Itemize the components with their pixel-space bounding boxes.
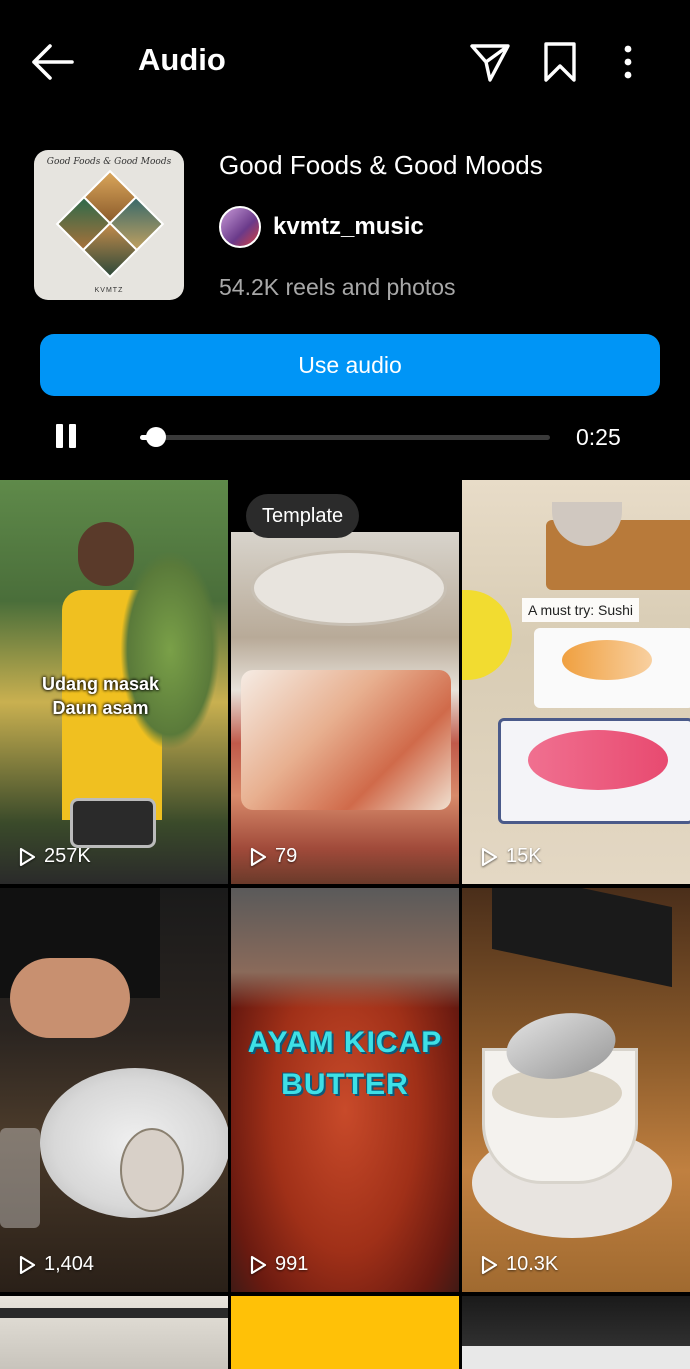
- reel-thumbnail[interactable]: [462, 1296, 690, 1369]
- cover-title: Good Foods & Good Moods: [46, 157, 172, 167]
- reels-grid: Udang masak Daun asam 257K 79 A must try…: [0, 480, 690, 1369]
- progress-slider[interactable]: [140, 427, 550, 447]
- pause-icon[interactable]: [56, 424, 82, 450]
- shrimp-sushi: [562, 640, 652, 680]
- send-icon[interactable]: [466, 38, 514, 86]
- pot: [70, 798, 156, 848]
- yellow-plate: [462, 590, 512, 680]
- view-count: 10.3K: [480, 1253, 558, 1276]
- view-count-label: 1,404: [44, 1253, 95, 1275]
- reel-thumbnail[interactable]: 1,404: [0, 888, 228, 1292]
- audio-title: Good Foods & Good Moods: [219, 150, 543, 180]
- view-count-label: 79: [275, 845, 298, 867]
- view-count: 257K: [18, 845, 91, 868]
- back-arrow-icon[interactable]: [28, 40, 80, 84]
- leaves: [120, 550, 220, 750]
- reel-caption: Udang masak Daun asam: [42, 674, 160, 718]
- glass: [0, 1128, 40, 1228]
- reel-caption: A must try: Sushi: [522, 598, 640, 622]
- tuna-sushi: [528, 730, 668, 790]
- view-count-label: 991: [275, 1253, 309, 1275]
- oyster: [120, 1128, 184, 1212]
- reel-caption: BUTTER: [281, 1068, 409, 1101]
- cover-artist: KVMTZ: [94, 287, 124, 294]
- view-count-label: 15K: [506, 845, 542, 867]
- playback-time: 0:25: [576, 424, 621, 450]
- artist-link[interactable]: kvmtz_music: [219, 206, 424, 248]
- view-count-label: 257K: [44, 845, 91, 867]
- play-icon: [481, 1255, 498, 1274]
- reel-caption: AYAM KICAP: [247, 1026, 443, 1059]
- play-icon: [19, 1255, 36, 1274]
- play-icon: [19, 847, 36, 866]
- view-count: 991: [249, 1253, 308, 1276]
- reel-thumbnail[interactable]: 79: [231, 480, 459, 884]
- reel-thumbnail[interactable]: [0, 1296, 228, 1369]
- view-count: 15K: [480, 845, 542, 868]
- use-audio-button[interactable]: Use audio: [40, 334, 660, 396]
- reel-thumbnail[interactable]: AYAM KICAP BUTTER 991: [231, 888, 459, 1292]
- avatar[interactable]: [219, 206, 261, 248]
- tablet: [492, 888, 672, 988]
- sashimi-plate: [241, 670, 451, 810]
- reel-thumbnail[interactable]: A must try: Sushi 15K: [462, 480, 690, 884]
- reel-thumbnail[interactable]: Udang masak Daun asam 257K: [0, 480, 228, 884]
- more-vertical-icon[interactable]: [604, 38, 652, 86]
- shop-sign: [462, 1346, 690, 1369]
- bookmark-icon[interactable]: [536, 38, 584, 86]
- audio-cover-art[interactable]: Good Foods & Good Moods KVMTZ: [34, 150, 184, 300]
- template-badge[interactable]: Template: [246, 494, 360, 538]
- view-count: 1,404: [18, 1253, 94, 1276]
- pan-rim: [231, 888, 459, 1008]
- hand: [10, 958, 130, 1038]
- top-bar: Audio: [0, 0, 690, 125]
- page-title: Audio: [138, 42, 226, 77]
- play-icon: [250, 1255, 267, 1274]
- play-icon: [250, 847, 267, 866]
- reel-count: 54.2K reels and photos: [219, 274, 456, 300]
- oyster-plate: [251, 550, 447, 626]
- artist-name[interactable]: kvmtz_music: [273, 213, 424, 241]
- play-icon: [481, 847, 498, 866]
- progress-thumb[interactable]: [146, 427, 167, 447]
- reel-thumbnail[interactable]: [231, 1296, 459, 1369]
- view-count: 79: [249, 845, 297, 868]
- ceiling-beam: [0, 1308, 228, 1318]
- reel-thumbnail[interactable]: 10.3K: [462, 888, 690, 1292]
- view-count-label: 10.3K: [506, 1253, 559, 1275]
